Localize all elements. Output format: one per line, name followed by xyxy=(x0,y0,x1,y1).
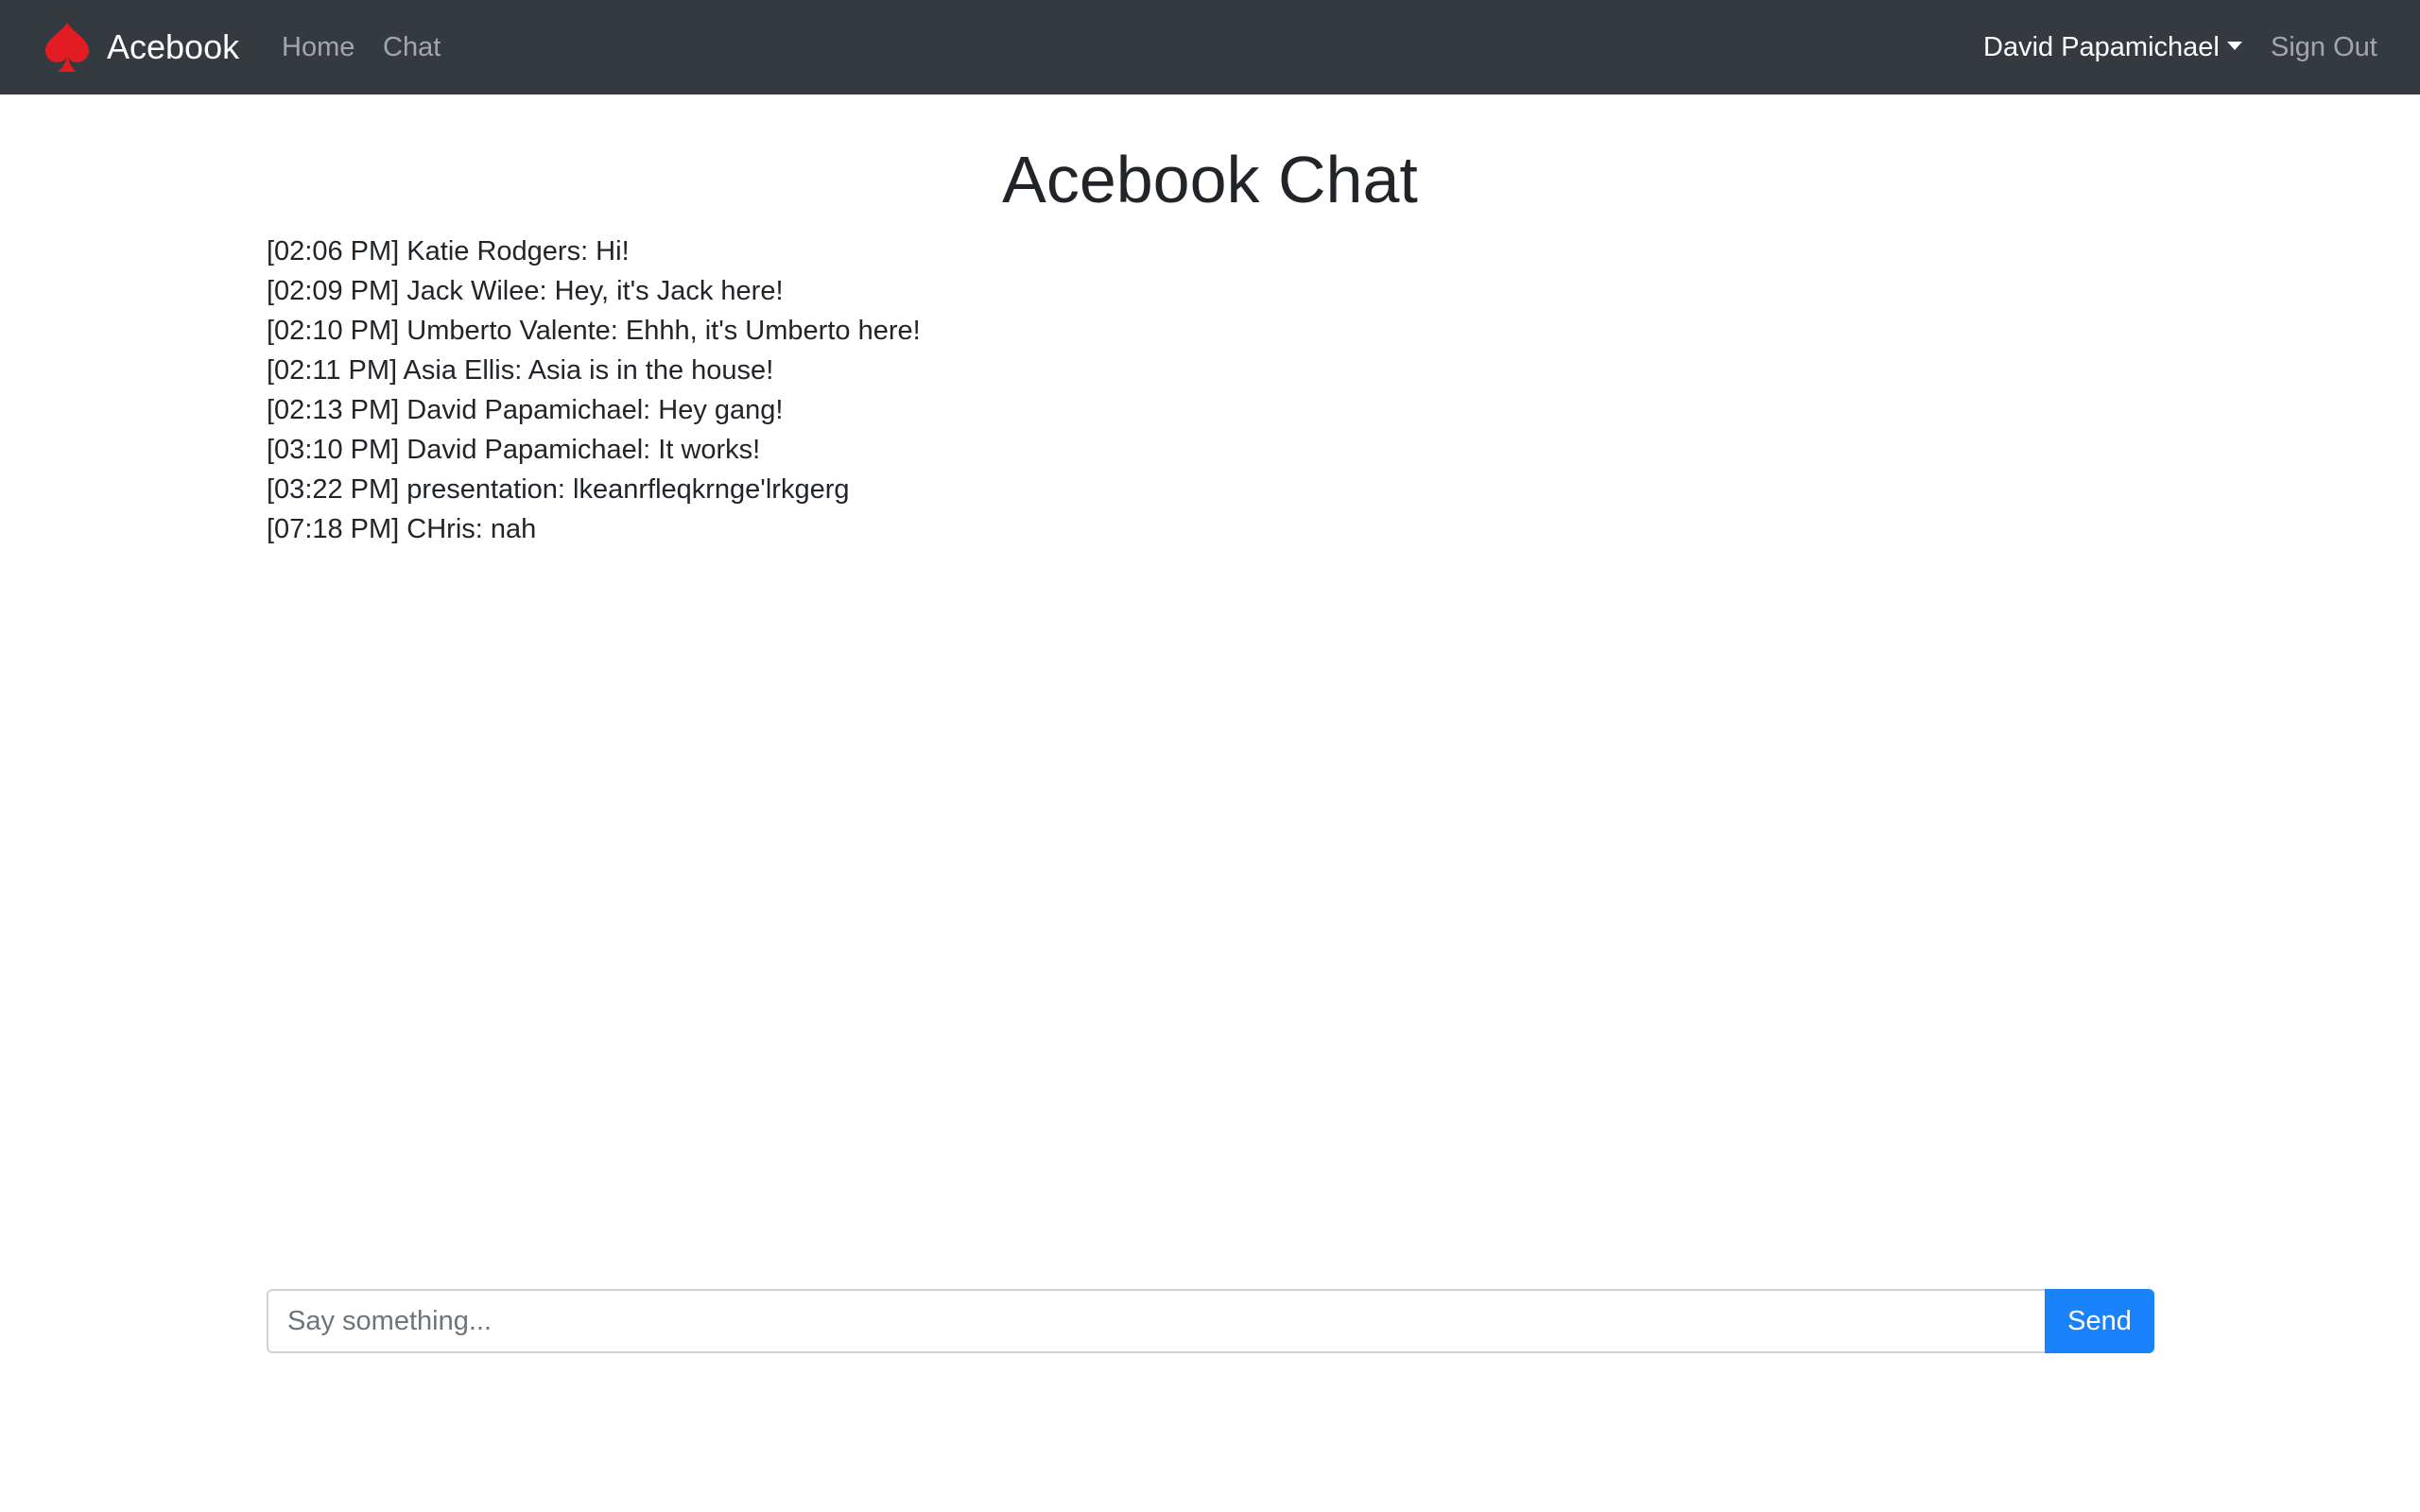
page-title: Acebook Chat xyxy=(1002,143,1418,216)
chat-message: [02:13 PM] David Papamichael: Hey gang! xyxy=(267,395,784,425)
chat-message: [02:06 PM] Katie Rodgers: Hi! xyxy=(267,236,630,266)
chat-message: [02:10 PM] Umberto Valente: Ehhh, it's U… xyxy=(267,316,921,346)
chat-message: [03:10 PM] David Papamichael: It works! xyxy=(267,435,761,465)
chat-message: [03:22 PM] presentation: lkeanrfleqkrnge… xyxy=(267,474,850,505)
nav-chat-link[interactable]: Chat xyxy=(383,21,441,74)
send-button[interactable]: Send xyxy=(2045,1289,2154,1353)
navbar: Acebook Home Chat David Papamichael Sign… xyxy=(0,0,2420,94)
nav-home-link[interactable]: Home xyxy=(282,21,354,74)
chat-form: Send xyxy=(267,1289,2154,1353)
sign-out-link[interactable]: Sign Out xyxy=(2271,21,2377,74)
chat-message: [02:09 PM] Jack Wilee: Hey, it's Jack he… xyxy=(267,276,784,306)
brand-name: Acebook xyxy=(107,27,240,66)
chat-message: [07:18 PM] CHris: nah xyxy=(267,514,537,544)
caret-down-icon xyxy=(2226,41,2242,50)
spade-icon xyxy=(45,23,89,72)
message-list: [02:06 PM] Katie Rodgers: Hi! [02:09 PM]… xyxy=(267,232,2063,549)
brand-link[interactable]: Acebook xyxy=(43,21,239,74)
message-input[interactable] xyxy=(267,1289,2045,1353)
user-dropdown-toggle[interactable]: David Papamichael xyxy=(1983,21,2242,74)
user-name: David Papamichael xyxy=(1983,32,2220,62)
chat-message: [02:11 PM] Asia Ellis: Asia is in the ho… xyxy=(267,355,774,386)
